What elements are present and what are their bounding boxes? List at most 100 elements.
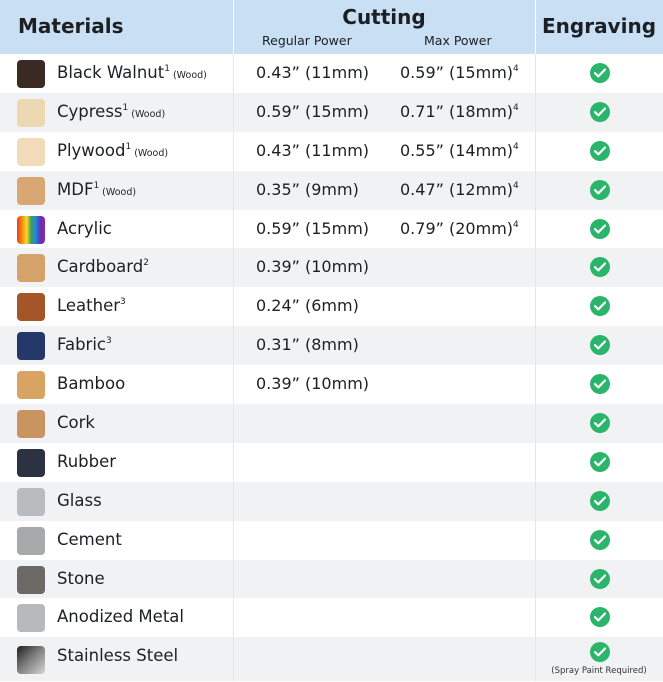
table-row: Anodized Metal <box>0 598 663 638</box>
materials-table: Materials Cutting Regular Power Max Powe… <box>0 0 663 682</box>
material-swatch <box>17 565 45 594</box>
table-row: MDF1(Wood) 0.35” (9mm) 0.47” (12mm)4 <box>0 170 663 210</box>
cell-divider <box>233 131 234 171</box>
regular-power-value: 0.39” (10mm) <box>256 374 370 394</box>
material-name: Cork <box>57 413 95 433</box>
cutting-heading: Cutting <box>342 5 426 29</box>
regular-power-value: 0.24” (6mm) <box>256 296 359 316</box>
cell-divider <box>233 365 234 405</box>
cell-divider <box>233 54 234 93</box>
cell-divider <box>233 481 234 521</box>
max-power-value: 0.79” (20mm)4 <box>400 218 519 238</box>
check-circle-icon <box>590 140 610 161</box>
table-row: Bamboo 0.39” (10mm) <box>0 365 663 405</box>
regular-power-value: 0.43” (11mm) <box>256 140 370 160</box>
material-name: MDF1(Wood) <box>57 179 137 199</box>
material-name: Stone <box>57 568 105 588</box>
table-row: Acrylic 0.59” (15mm) 0.79” (20mm)4 <box>0 209 663 249</box>
table-row: Leather3 0.24” (6mm) <box>0 287 663 327</box>
table-row: Cardboard2 0.39” (10mm) <box>0 248 663 288</box>
check-circle-icon <box>590 335 610 356</box>
material-name: Rubber <box>57 451 117 471</box>
check-circle-icon <box>590 63 610 83</box>
table-row: Fabric3 0.31” (8mm) <box>0 326 663 366</box>
check-circle-icon <box>590 257 610 278</box>
cell-divider <box>233 520 234 560</box>
cell-divider <box>233 326 234 366</box>
check-circle-icon <box>590 490 610 511</box>
cell-divider <box>233 209 234 249</box>
regular-power-value: 0.39” (10mm) <box>256 257 370 277</box>
material-name: Stainless Steel <box>57 646 179 666</box>
table-row: Glass <box>0 481 663 521</box>
material-name: Glass <box>57 490 102 510</box>
table-row: Plywood1(Wood) 0.43” (11mm) 0.55” (14mm)4 <box>0 131 663 171</box>
table-row: Black Walnut1(Wood) 0.43” (11mm) 0.59” (15… <box>0 54 663 93</box>
table-body: Black Walnut1(Wood) 0.43” (11mm) 0.59” (15… <box>0 54 663 682</box>
max-power-value: 0.59” (15mm)4 <box>400 63 519 82</box>
material-name: Acrylic <box>57 218 112 238</box>
cell-divider <box>535 481 536 521</box>
check-circle-icon <box>590 218 610 239</box>
check-circle-icon <box>590 374 610 395</box>
check-circle-icon <box>590 413 610 434</box>
material-name: Leather3 <box>57 296 126 316</box>
regular-power-value: 0.59” (15mm) <box>256 101 370 121</box>
cell-divider <box>233 559 234 599</box>
material-swatch <box>17 448 45 477</box>
regular-power-value: 0.43” (11mm) <box>256 63 370 82</box>
check-circle-icon <box>590 568 610 589</box>
cell-divider <box>535 520 536 560</box>
table-row: Cypress1(Wood) 0.59” (15mm) 0.71” (18mm)4 <box>0 92 663 132</box>
cell-divider <box>233 170 234 210</box>
regular-power-subheading: Regular Power <box>262 33 352 48</box>
cell-divider <box>535 248 536 288</box>
cell-divider <box>535 131 536 171</box>
material-swatch <box>17 215 45 244</box>
table-row: Cork <box>0 404 663 443</box>
material-swatch <box>17 371 45 400</box>
material-name: Plywood1(Wood) <box>57 140 169 160</box>
check-circle-icon <box>590 296 610 317</box>
cell-divider <box>233 637 234 682</box>
table-row: Stainless Steel (Spray Paint Required) <box>0 637 663 682</box>
cell-divider <box>535 54 536 93</box>
material-swatch <box>17 646 45 675</box>
material-swatch <box>17 98 45 127</box>
material-swatch <box>17 137 45 166</box>
material-swatch <box>17 487 45 516</box>
cell-divider <box>233 404 234 443</box>
check-circle-icon <box>590 451 610 472</box>
check-circle-icon <box>590 529 610 550</box>
material-swatch <box>17 60 45 88</box>
material-swatch <box>17 332 45 361</box>
check-circle-icon <box>590 607 610 628</box>
cell-divider <box>233 92 234 132</box>
material-swatch <box>17 410 45 439</box>
material-name: Bamboo <box>57 374 126 394</box>
cell-divider <box>535 404 536 443</box>
table-row: Rubber <box>0 442 663 482</box>
material-swatch <box>17 254 45 283</box>
cell-divider <box>535 92 536 132</box>
material-name: Cypress1(Wood) <box>57 101 166 121</box>
max-power-value: 0.55” (14mm)4 <box>400 140 519 160</box>
regular-power-value: 0.35” (9mm) <box>256 179 359 199</box>
regular-power-value: 0.59” (15mm) <box>256 218 370 238</box>
cell-divider <box>233 442 234 482</box>
material-name: Anodized Metal <box>57 607 184 627</box>
materials-heading: Materials <box>18 14 124 38</box>
cell-divider <box>535 559 536 599</box>
check-circle-icon <box>590 642 610 663</box>
max-power-value: 0.71” (18mm)4 <box>400 101 519 121</box>
max-power-value: 0.47” (12mm)4 <box>400 179 519 199</box>
cell-divider <box>233 248 234 288</box>
engraving-note: (Spray Paint Required) <box>551 666 647 677</box>
cell-divider <box>535 287 536 327</box>
cell-divider <box>535 326 536 366</box>
check-circle-icon <box>590 179 610 200</box>
material-name: Fabric3 <box>57 335 112 355</box>
material-swatch <box>17 293 45 322</box>
material-name: Cardboard2 <box>57 257 149 277</box>
cell-divider <box>535 209 536 249</box>
